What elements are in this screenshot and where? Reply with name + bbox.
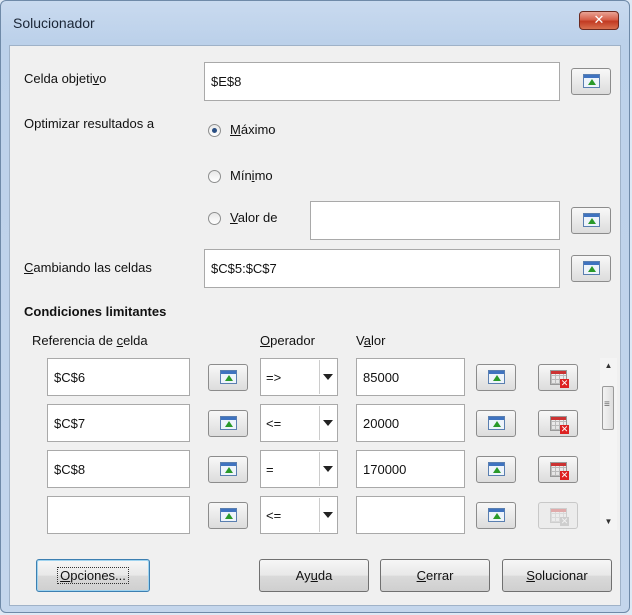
shrink-ref-icon	[488, 508, 505, 522]
radio-minimum[interactable]	[208, 170, 221, 183]
solve-button[interactable]: Solucionar	[502, 559, 612, 592]
operator-dropdown[interactable]: =	[260, 450, 338, 488]
solver-dialog: Solucionador ✕ Celda objetivo $E$8 Optim…	[0, 0, 630, 613]
radio-value-of[interactable]	[208, 212, 221, 225]
constraints-scrollbar[interactable]: ▲ ▼	[600, 358, 617, 530]
value-shrink-button[interactable]	[571, 207, 611, 234]
shrink-ref-icon	[583, 213, 600, 227]
shrink-ref-icon	[583, 261, 600, 275]
operator-dropdown[interactable]: =>	[260, 358, 338, 396]
scroll-down-icon[interactable]: ▼	[600, 514, 617, 530]
operator-value: <=	[266, 416, 282, 431]
shrink-ref-icon	[488, 462, 505, 476]
remove-constraint-button[interactable]	[538, 410, 578, 437]
radio-maximum[interactable]	[208, 124, 221, 137]
remove-constraint-button[interactable]	[538, 456, 578, 483]
maximum-label[interactable]: Máximo	[230, 122, 276, 137]
constraint-value-input[interactable]: 20000	[356, 404, 465, 442]
chevron-down-icon[interactable]	[319, 360, 336, 394]
constraint-ref-shrink-button[interactable]	[208, 502, 248, 529]
shrink-ref-icon	[488, 370, 505, 384]
constraint-ref-shrink-button[interactable]	[208, 456, 248, 483]
constraint-ref-input[interactable]: $C$6	[47, 358, 190, 396]
column-header-reference: Referencia de celda	[32, 333, 148, 348]
delete-row-icon	[550, 416, 569, 434]
constraint-value-shrink-button[interactable]	[476, 456, 516, 483]
dialog-content: Celda objetivo $E$8 Optimizar resultados…	[9, 45, 621, 606]
constraint-value-shrink-button[interactable]	[476, 502, 516, 529]
shrink-ref-icon	[220, 462, 237, 476]
constraints-heading: Condiciones limitantes	[24, 304, 167, 319]
close-window-button[interactable]: ✕	[579, 11, 619, 30]
changing-cells-input[interactable]: $C$5:$C$7	[204, 249, 560, 288]
shrink-ref-icon	[220, 508, 237, 522]
constraint-ref-input[interactable]: $C$7	[47, 404, 190, 442]
shrink-ref-icon	[220, 370, 237, 384]
chevron-down-icon[interactable]	[319, 452, 336, 486]
scroll-up-icon[interactable]: ▲	[600, 358, 617, 374]
changing-shrink-button[interactable]	[571, 255, 611, 282]
constraint-value-shrink-button[interactable]	[476, 364, 516, 391]
value-of-input[interactable]	[310, 201, 560, 240]
target-cell-input[interactable]: $E$8	[204, 62, 560, 101]
window-title: Solucionador	[13, 15, 95, 31]
optimize-label: Optimizar resultados a	[24, 116, 155, 131]
column-header-value: Valor	[356, 333, 386, 348]
value-of-label[interactable]: Valor de	[230, 210, 277, 225]
constraint-ref-input[interactable]	[47, 496, 190, 534]
delete-row-icon	[550, 508, 569, 526]
constraint-value-shrink-button[interactable]	[476, 410, 516, 437]
minimum-label[interactable]: Mínimo	[230, 168, 273, 183]
title-bar[interactable]: Solucionador ✕	[1, 1, 629, 45]
target-shrink-button[interactable]	[571, 68, 611, 95]
shrink-ref-icon	[583, 74, 600, 88]
constraint-ref-shrink-button[interactable]	[208, 410, 248, 437]
target-cell-label: Celda objetivo	[24, 71, 107, 86]
chevron-down-icon[interactable]	[319, 406, 336, 440]
chevron-down-icon[interactable]	[319, 498, 336, 532]
close-button[interactable]: Cerrar	[380, 559, 490, 592]
help-button[interactable]: Ayuda	[259, 559, 369, 592]
remove-constraint-button[interactable]	[538, 502, 578, 529]
delete-row-icon	[550, 462, 569, 480]
shrink-ref-icon	[220, 416, 237, 430]
constraint-value-input[interactable]: 170000	[356, 450, 465, 488]
options-button[interactable]: Opciones...	[36, 559, 150, 592]
operator-value: =>	[266, 370, 282, 385]
constraint-ref-input[interactable]: $C$8	[47, 450, 190, 488]
changing-cells-label: Cambiando las celdas	[24, 260, 152, 275]
scroll-thumb[interactable]	[602, 386, 614, 430]
constraint-value-input[interactable]: 85000	[356, 358, 465, 396]
constraint-value-input[interactable]	[356, 496, 465, 534]
column-header-operator: Operador	[260, 333, 315, 348]
delete-row-icon	[550, 370, 569, 388]
operator-dropdown[interactable]: <=	[260, 496, 338, 534]
constraint-ref-shrink-button[interactable]	[208, 364, 248, 391]
operator-value: =	[266, 462, 274, 477]
operator-dropdown[interactable]: <=	[260, 404, 338, 442]
remove-constraint-button[interactable]	[538, 364, 578, 391]
operator-value: <=	[266, 508, 282, 523]
shrink-ref-icon	[488, 416, 505, 430]
